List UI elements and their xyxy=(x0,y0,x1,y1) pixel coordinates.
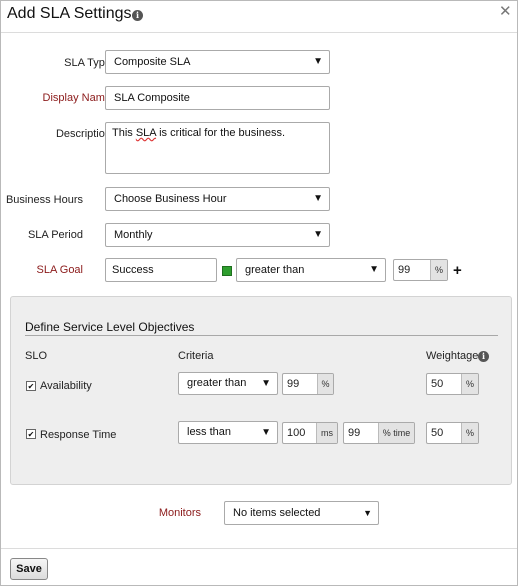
description-label: Description xyxy=(55,128,111,140)
response-time-label: Response Time xyxy=(40,429,117,441)
save-button[interactable]: Save xyxy=(10,558,48,580)
sla-goal-value: 99 xyxy=(398,264,411,276)
response-time-percent-value: 99 xyxy=(348,427,361,439)
description-textarea[interactable]: This SLA is critical for the business. xyxy=(105,122,330,174)
chevron-down-icon: ▼ xyxy=(313,193,323,204)
criteria-column-header: Criteria xyxy=(178,350,214,362)
close-icon[interactable]: ✕ xyxy=(499,2,512,20)
sla-period-label: SLA Period xyxy=(27,229,83,241)
availability-weight-input[interactable]: 50 % xyxy=(426,373,479,395)
info-icon[interactable]: i xyxy=(132,10,143,21)
sla-period-value: Monthly xyxy=(114,229,153,241)
display-name-label: Display Name xyxy=(42,92,111,104)
description-text-before: This xyxy=(112,127,136,139)
availability-operator-value: greater than xyxy=(187,377,247,389)
response-time-weight-unit: % xyxy=(461,423,478,443)
availability-checkbox[interactable]: ✔ xyxy=(26,381,36,391)
slo-section-title: Define Service Level Objectives xyxy=(25,320,195,334)
sla-period-select[interactable]: Monthly ▼ xyxy=(105,223,330,247)
sla-type-label: SLA Type xyxy=(64,57,111,69)
chevron-down-icon: ▼ xyxy=(369,264,379,275)
dialog-titlebar: Add SLA Settings i ✕ xyxy=(1,1,517,31)
response-time-value: 100 xyxy=(287,427,306,439)
chevron-down-icon: ▼ xyxy=(363,508,372,518)
success-color-swatch[interactable] xyxy=(222,266,232,276)
sla-goal-operator-value: greater than xyxy=(245,264,305,276)
description-text-misspelled: SLA xyxy=(135,127,157,139)
add-sla-settings-dialog: Add SLA Settings i ✕ SLA Type Composite … xyxy=(0,0,518,586)
availability-unit: % xyxy=(317,374,333,394)
weightage-column-header: Weightage xyxy=(426,350,479,362)
response-time-weight-input[interactable]: 50 % xyxy=(426,422,479,444)
chevron-down-icon: ▼ xyxy=(313,229,323,240)
response-time-operator-select[interactable]: less than ▼ xyxy=(178,421,278,444)
footer-divider xyxy=(1,548,517,549)
sla-type-select[interactable]: Composite SLA ▼ xyxy=(105,50,330,74)
response-time-percent-unit: % time xyxy=(378,423,414,443)
monitors-label: Monitors xyxy=(158,507,201,519)
info-icon[interactable]: i xyxy=(478,351,489,362)
sla-goal-label: SLA Goal xyxy=(36,264,83,276)
chevron-down-icon: ▼ xyxy=(261,427,271,438)
response-time-operator-value: less than xyxy=(187,426,232,438)
monitors-value: No items selected xyxy=(233,507,321,519)
slo-panel: Define Service Level Objectives SLO Crit… xyxy=(10,296,512,485)
response-time-percent-input[interactable]: 99 % time xyxy=(343,422,415,444)
business-hours-select[interactable]: Choose Business Hour ▼ xyxy=(105,187,330,211)
response-time-checkbox[interactable]: ✔ xyxy=(26,429,36,439)
sla-goal-status-input[interactable]: Success xyxy=(105,258,217,282)
sla-goal-value-input[interactable]: 99 % xyxy=(393,259,448,281)
response-time-unit: ms xyxy=(316,423,337,443)
add-goal-icon[interactable]: + xyxy=(453,262,462,279)
title-divider xyxy=(1,32,517,33)
response-time-value-input[interactable]: 100 ms xyxy=(282,422,338,444)
response-time-weight: 50 xyxy=(431,427,444,439)
availability-weight-unit: % xyxy=(461,374,478,394)
chevron-down-icon: ▼ xyxy=(261,378,271,389)
availability-label: Availability xyxy=(40,380,92,392)
availability-operator-select[interactable]: greater than ▼ xyxy=(178,372,278,395)
sla-goal-operator-select[interactable]: greater than ▼ xyxy=(236,258,386,282)
slo-column-header: SLO xyxy=(25,350,48,362)
monitors-select[interactable]: No items selected ▼ xyxy=(224,501,379,525)
business-hours-label: Business Hours xyxy=(5,194,83,206)
sla-goal-unit: % xyxy=(430,260,447,280)
business-hours-value: Choose Business Hour xyxy=(114,193,227,205)
dialog-title: Add SLA Settings xyxy=(7,5,132,22)
display-name-input[interactable]: SLA Composite xyxy=(105,86,330,110)
chevron-down-icon: ▼ xyxy=(313,56,323,67)
description-text-after: is critical for the business. xyxy=(156,127,286,139)
availability-value-input[interactable]: 99 % xyxy=(282,373,334,395)
sla-type-value: Composite SLA xyxy=(114,56,191,68)
slo-section-divider xyxy=(25,335,498,336)
availability-value: 99 xyxy=(287,378,300,390)
availability-weight: 50 xyxy=(431,378,444,390)
